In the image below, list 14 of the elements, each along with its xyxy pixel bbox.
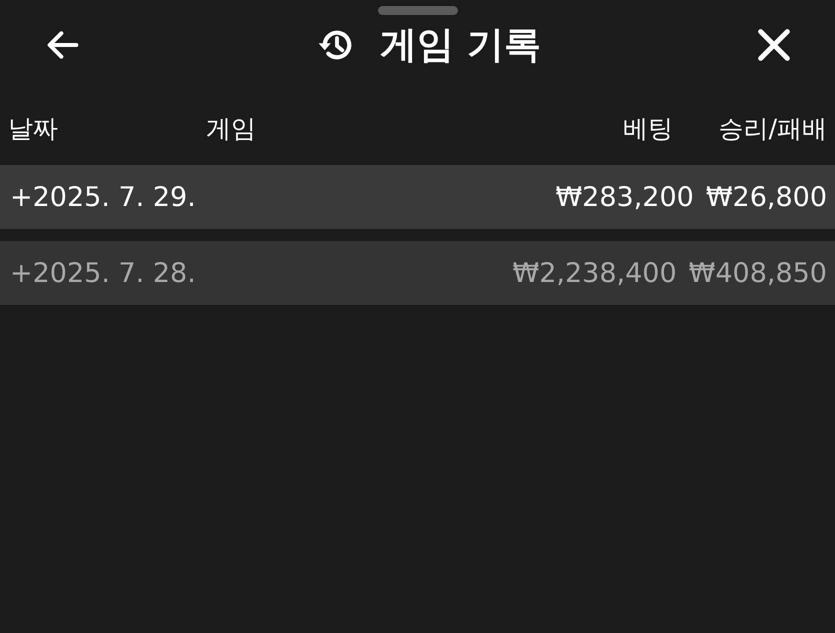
bet-cell: ₩283,200 xyxy=(555,182,694,212)
history-row[interactable]: +2025. 7. 28. ₩2,238,400 ₩408,850 xyxy=(0,241,835,305)
result-cell: ₩26,800 xyxy=(706,182,827,212)
date-cell-text: +2025. 7. 28. xyxy=(10,258,197,288)
dialog-title: 게임 기록 xyxy=(380,22,541,68)
bet-cell: ₩2,238,400 xyxy=(512,258,677,288)
history-row[interactable]: +2025. 7. 29. ₩283,200 ₩26,800 xyxy=(0,165,835,229)
column-header: 게임 xyxy=(206,112,257,144)
date-cell-text: +2025. 7. 29. xyxy=(10,182,197,212)
column-header: 승리/패배 xyxy=(718,112,827,144)
result-cell: ₩408,850 xyxy=(688,258,827,288)
column-header: 베팅 xyxy=(622,112,673,144)
drag-handle[interactable] xyxy=(378,6,458,15)
column-header: 날짜 xyxy=(8,112,59,144)
